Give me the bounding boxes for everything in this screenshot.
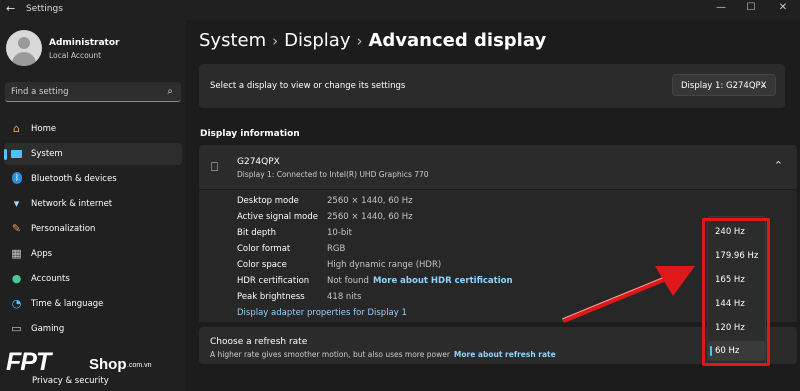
sidebar-item-gaming[interactable]: ▭ Gaming (4, 318, 182, 340)
fptshop-watermark: FPT Shop .com.vn Privacy & security (0, 344, 186, 391)
sidebar-item-label: Gaming (31, 324, 65, 334)
search-placeholder: Find a setting (11, 87, 69, 97)
monitor-name: G274QPX (237, 157, 280, 167)
window-title: Settings (26, 4, 63, 14)
search-input[interactable]: Find a setting ⌕ (5, 82, 181, 102)
sidebar: Administrator Local Account Find a setti… (0, 20, 186, 391)
sidebar-item-home[interactable]: ⌂ Home (4, 118, 182, 140)
watermark-domain: .com.vn (127, 362, 152, 369)
watermark-shop: Shop (89, 356, 127, 373)
info-key: Peak brightness (237, 292, 305, 302)
active-indicator (4, 149, 7, 160)
sidebar-item-label: Network & internet (31, 199, 113, 209)
monitor-icon: ⎕ (211, 160, 219, 174)
breadcrumb-system[interactable]: System (199, 30, 266, 51)
monitor-connection: Display 1: Connected to Intel(R) UHD Gra… (237, 170, 429, 179)
info-key: Bit depth (237, 228, 276, 238)
sidebar-item-accounts[interactable]: ● Accounts (4, 268, 182, 290)
sidebar-item-label: Personalization (31, 224, 96, 234)
adapter-properties-link[interactable]: Display adapter properties for Display 1 (237, 308, 407, 318)
brush-icon: ✎ (11, 222, 22, 235)
wifi-icon: ▾ (13, 197, 20, 210)
display-info-header[interactable]: ⎕ G274QPX Display 1: Connected to Intel(… (199, 145, 797, 189)
display-dropdown[interactable]: Display 1: G274QPX ⌄ (672, 74, 776, 96)
breadcrumb: System › Display › Advanced display (199, 30, 546, 51)
breadcrumb-separator: › (356, 32, 363, 50)
info-value: 418 nits (327, 292, 362, 302)
display-dropdown-value: Display 1: G274QPX (681, 81, 767, 91)
sidebar-item-bluetooth[interactable]: ᛒ Bluetooth & devices (4, 168, 182, 190)
display-select-card: Select a display to view or change its s… (199, 64, 785, 108)
chevron-up-icon[interactable]: ⌃ (774, 159, 783, 172)
refresh-rate-description: A higher rate gives smoother motion, but… (210, 350, 556, 359)
refresh-rate-desc-text: A higher rate gives smoother motion, but… (210, 350, 450, 359)
account-type: Local Account (49, 51, 102, 60)
apps-icon: ▦ (11, 247, 22, 260)
info-key: Desktop mode (237, 196, 299, 206)
minimize-button[interactable]: — (706, 0, 736, 18)
home-icon: ⌂ (13, 122, 20, 135)
info-value: 2560 × 1440, 60 Hz (327, 212, 413, 222)
search-icon: ⌕ (167, 86, 173, 97)
user-name: Administrator (49, 38, 120, 48)
highlight-box (702, 218, 770, 366)
page-title: Advanced display (368, 30, 547, 51)
hdr-certification-link[interactable]: More about HDR certification (373, 276, 513, 286)
chevron-down-icon: ⌄ (759, 80, 767, 90)
info-key: Color space (237, 260, 287, 270)
sidebar-item-apps[interactable]: ▦ Apps (4, 243, 182, 265)
info-key: Active signal mode (237, 212, 318, 222)
watermark-brand: FPT (6, 348, 51, 376)
back-arrow-icon[interactable]: ← (6, 2, 15, 15)
info-key: Color format (237, 244, 291, 254)
avatar[interactable] (6, 30, 42, 66)
hdr-status: Not found (327, 276, 369, 286)
sidebar-item-label: Home (31, 124, 57, 134)
info-value: RGB (327, 244, 346, 254)
sidebar-item-network[interactable]: ▾ Network & internet (4, 193, 182, 215)
accounts-icon: ● (11, 272, 22, 285)
section-title: Display information (200, 129, 300, 139)
sidebar-item-label: Time & language (31, 299, 104, 309)
sidebar-item-label: Accounts (31, 274, 70, 284)
refresh-rate-link[interactable]: More about refresh rate (454, 350, 556, 359)
breadcrumb-display[interactable]: Display (284, 30, 350, 51)
gamepad-icon: ▭ (11, 322, 22, 335)
sidebar-item-label: System (31, 149, 63, 159)
breadcrumb-separator: › (272, 32, 279, 50)
sidebar-item-time-language[interactable]: ◔ Time & language (4, 293, 182, 315)
info-value: Not found More about HDR certification (327, 276, 513, 286)
sidebar-item-privacy[interactable]: Privacy & security (32, 376, 109, 386)
info-value: 10-bit (327, 228, 352, 238)
sidebar-item-system[interactable]: System (4, 143, 182, 165)
bluetooth-icon: ᛒ (10, 172, 23, 185)
sidebar-item-label: Bluetooth & devices (31, 174, 117, 184)
display-select-prompt: Select a display to view or change its s… (210, 81, 406, 91)
refresh-rate-title: Choose a refresh rate (210, 337, 308, 347)
system-icon (10, 147, 23, 160)
info-value: 2560 × 1440, 60 Hz (327, 196, 413, 206)
close-button[interactable]: ✕ (768, 0, 798, 18)
globe-icon: ◔ (11, 297, 22, 310)
sidebar-item-personalization[interactable]: ✎ Personalization (4, 218, 182, 240)
sidebar-item-label: Apps (31, 249, 53, 259)
title-bar: ← Settings — ☐ ✕ (0, 0, 800, 20)
info-value: High dynamic range (HDR) (327, 260, 442, 270)
info-key: HDR certification (237, 276, 310, 286)
maximize-button[interactable]: ☐ (736, 0, 766, 18)
annotation-arrow-icon (561, 266, 695, 323)
